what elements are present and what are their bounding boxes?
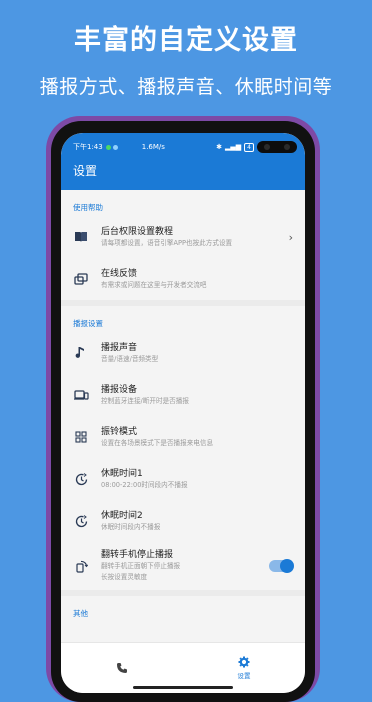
item-title: 播报声音 bbox=[101, 342, 138, 353]
signal-icon: ▂▄▆ bbox=[225, 143, 242, 151]
item-title: 后台权限设置教程 bbox=[101, 226, 174, 237]
gear-icon bbox=[238, 656, 250, 668]
section-header-help: 使用帮助 bbox=[73, 203, 103, 212]
item-title: 翻转手机停止播报 bbox=[101, 550, 174, 560]
timer-icon bbox=[73, 513, 89, 529]
devices-icon bbox=[73, 387, 89, 403]
flip-stop-toggle[interactable] bbox=[269, 559, 294, 573]
list-item-flip-stop[interactable]: 翻转手机停止播报 翻转手机正面朝下停止播报 长按设置灵敏度 bbox=[61, 542, 305, 590]
timer-icon bbox=[73, 471, 89, 487]
item-title: 在线反馈 bbox=[101, 268, 138, 279]
page-title: 设置 bbox=[73, 164, 98, 178]
nav-label-settings: 设置 bbox=[237, 672, 251, 680]
item-title: 振铃模式 bbox=[101, 426, 138, 437]
list-item-ring-mode[interactable]: 振铃模式 设置在各场景模式下是否播报来电信息 bbox=[61, 416, 305, 458]
item-desc: 设置在各场景模式下是否播报来电信息 bbox=[101, 438, 214, 447]
phone-frame: 下午1:43 1.6M/s ✱ ▂▄▆ 4 设置 使用帮助 后台权限设置教程 请… bbox=[46, 116, 320, 702]
grid-icon bbox=[73, 429, 89, 445]
list-item-sleep-time-2[interactable]: 休眠时间2 休眠时间段内不播报 bbox=[61, 500, 305, 542]
screen-rotation-icon bbox=[73, 558, 89, 574]
item-title: 播报设备 bbox=[101, 384, 138, 395]
section-header-broadcast: 播报设置 bbox=[73, 319, 103, 328]
promo-title: 丰富的自定义设置 bbox=[74, 25, 298, 56]
item-desc: 控制蓝牙连接/断开时是否播报 bbox=[101, 396, 189, 405]
bluetooth-icon: ✱ bbox=[216, 143, 223, 151]
item-desc: 08:00-22:00时间段内不播报 bbox=[101, 480, 188, 489]
phone-icon bbox=[117, 663, 127, 673]
toggle-knob bbox=[280, 559, 294, 573]
phone-bezel: 下午1:43 1.6M/s ✱ ▂▄▆ 4 设置 使用帮助 后台权限设置教程 请… bbox=[51, 121, 315, 702]
home-indicator bbox=[133, 686, 233, 689]
promo-subtitle: 播报方式、播报声音、休眠时间等 bbox=[39, 76, 333, 98]
status-app-icon bbox=[105, 144, 111, 150]
item-desc-secondary: 长按设置灵敏度 bbox=[101, 573, 148, 581]
phone-screen: 下午1:43 1.6M/s ✱ ▂▄▆ 4 设置 使用帮助 后台权限设置教程 请… bbox=[61, 133, 305, 693]
network-speed: 1.6M/s bbox=[141, 143, 165, 151]
battery-icon: 4 bbox=[244, 142, 254, 152]
item-desc: 有需求或问题在这里与开发者交流吧 bbox=[101, 280, 207, 289]
status-bar: 下午1:43 1.6M/s ✱ ▂▄▆ 4 bbox=[73, 141, 297, 153]
item-title: 休眠时间1 bbox=[101, 468, 143, 479]
list-item-background-permission[interactable]: 后台权限设置教程 请每项都设置，语音引擎APP也按此方式设置 › bbox=[61, 216, 305, 258]
feedback-icon bbox=[73, 271, 89, 287]
bottom-nav: 设置 bbox=[61, 642, 305, 693]
item-title: 休眠时间2 bbox=[101, 510, 143, 521]
app-bar: 下午1:43 1.6M/s ✱ ▂▄▆ 4 设置 bbox=[61, 133, 305, 190]
list-item-broadcast-sound[interactable]: 播报声音 音量/语速/音频类型 bbox=[61, 332, 305, 374]
item-desc: 翻转手机正面朝下停止播报 bbox=[101, 562, 181, 570]
item-desc: 请每项都设置，语音引擎APP也按此方式设置 bbox=[101, 238, 233, 247]
list-item-broadcast-device[interactable]: 播报设备 控制蓝牙连接/断开时是否播报 bbox=[61, 374, 305, 416]
item-desc: 音量/语速/音频类型 bbox=[101, 354, 159, 363]
section-header-other: 其他 bbox=[73, 609, 88, 618]
chevron-right-icon: › bbox=[288, 230, 293, 244]
section-broadcast: 播报设置 播报声音 音量/语速/音频类型 播报设备 控制蓝牙连接/断开时是否播报… bbox=[61, 306, 305, 590]
list-item-sleep-time-1[interactable]: 休眠时间1 08:00-22:00时间段内不播报 bbox=[61, 458, 305, 500]
book-icon bbox=[73, 229, 89, 245]
list-item-feedback[interactable]: 在线反馈 有需求或问题在这里与开发者交流吧 bbox=[61, 258, 305, 300]
camera-cutout bbox=[257, 141, 297, 153]
item-desc: 休眠时间段内不播报 bbox=[101, 522, 161, 531]
music-note-icon bbox=[73, 345, 89, 361]
status-time: 下午1:43 bbox=[73, 143, 103, 151]
section-help: 使用帮助 后台权限设置教程 请每项都设置，语音引擎APP也按此方式设置 › 在线… bbox=[61, 190, 305, 300]
status-app-icon-2 bbox=[112, 144, 118, 150]
